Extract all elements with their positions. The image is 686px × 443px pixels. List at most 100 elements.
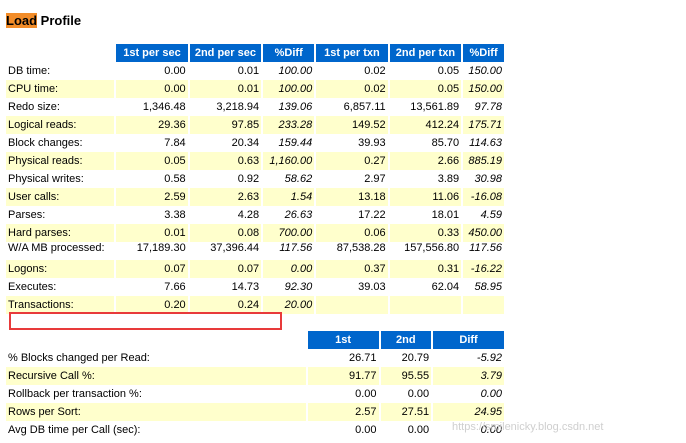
row-label: Rows per Sort: bbox=[6, 403, 306, 421]
row-value: 0.00 bbox=[380, 421, 432, 439]
row-value: 26.71 bbox=[307, 349, 379, 367]
watermark: https://smilenicky.blog.csdn.net bbox=[452, 421, 604, 433]
row-value: 0.05 bbox=[389, 80, 462, 98]
row-value: 29.36 bbox=[116, 116, 188, 134]
table-row: Avg DB time per Call (sec): 0.00 0.00 0.00 bbox=[6, 421, 504, 439]
row-value: 175.71 bbox=[463, 116, 504, 134]
row-value: 2.59 bbox=[116, 188, 188, 206]
table-row: DB time: 0.00 0.01 100.00 0.02 0.05 150.00 bbox=[6, 62, 504, 80]
row-value: 0.06 bbox=[316, 224, 388, 242]
row-value: 0.02 bbox=[316, 80, 388, 98]
row-value: 2.66 bbox=[389, 152, 462, 170]
row-value: 87,538.28 bbox=[316, 242, 388, 260]
table-row: Recursive Call %: 91.77 95.55 3.79 bbox=[6, 367, 504, 385]
row-value: 3.89 bbox=[389, 170, 462, 188]
table-row: Rollback per transaction %: 0.00 0.00 0.00 bbox=[6, 385, 504, 403]
row-value: 0.00 bbox=[307, 385, 379, 403]
row-label: W/A MB processed: bbox=[6, 242, 115, 260]
row-value bbox=[316, 296, 388, 314]
column-header: 2nd per sec bbox=[189, 44, 262, 62]
row-value: 26.63 bbox=[263, 206, 315, 224]
table-row: Redo size: 1,346.48 3,218.94 139.06 6,857.11… bbox=[6, 98, 504, 116]
row-value: 7.66 bbox=[116, 278, 188, 296]
row-value: 4.28 bbox=[189, 206, 262, 224]
row-value: 95.55 bbox=[380, 367, 432, 385]
row-value: 0.05 bbox=[116, 152, 188, 170]
row-value: 13.18 bbox=[316, 188, 388, 206]
row-value: 2.97 bbox=[316, 170, 388, 188]
row-value: 13,561.89 bbox=[389, 98, 462, 116]
column-header: 1st bbox=[307, 331, 379, 349]
header-blank-cell bbox=[6, 331, 306, 349]
row-value: 0.00 bbox=[433, 385, 504, 403]
row-value: 117.56 bbox=[263, 242, 315, 260]
table-row: % Blocks changed per Read: 26.71 20.79 -5.9… bbox=[6, 349, 504, 367]
row-value: 14.73 bbox=[189, 278, 262, 296]
row-value: 0.00 bbox=[116, 62, 188, 80]
row-value: 0.31 bbox=[389, 260, 462, 278]
row-value: 37,396.44 bbox=[189, 242, 262, 260]
row-value: 114.63 bbox=[463, 134, 504, 152]
row-value: 0.02 bbox=[316, 62, 388, 80]
row-value: 7.84 bbox=[116, 134, 188, 152]
table-row: Hard parses: 0.01 0.08 700.00 0.06 0.33 450.00 bbox=[6, 224, 504, 242]
row-label: Parses: bbox=[6, 206, 115, 224]
row-value: 885.19 bbox=[463, 152, 504, 170]
row-value: 149.52 bbox=[316, 116, 388, 134]
column-header: 1st per txn bbox=[316, 44, 388, 62]
row-label: Recursive Call %: bbox=[6, 367, 306, 385]
table-row: Logons: 0.07 0.07 0.00 0.37 0.31 -16.22 bbox=[6, 260, 504, 278]
row-label: DB time: bbox=[6, 62, 115, 80]
row-value: 117.56 bbox=[463, 242, 504, 260]
row-value: 0.01 bbox=[189, 62, 262, 80]
row-value: 0.01 bbox=[116, 224, 188, 242]
row-value: 62.04 bbox=[389, 278, 462, 296]
efficiency-header-row: 1st 2nd Diff bbox=[6, 331, 504, 349]
table-row: Physical writes: 0.58 0.92 58.62 2.97 3.89 30.… bbox=[6, 170, 504, 188]
row-value: 20.34 bbox=[189, 134, 262, 152]
row-value: 39.93 bbox=[316, 134, 388, 152]
row-value: 0.27 bbox=[316, 152, 388, 170]
row-value: 3.38 bbox=[116, 206, 188, 224]
row-value: 0.01 bbox=[189, 80, 262, 98]
row-label: Redo size: bbox=[6, 98, 115, 116]
table-row: Executes: 7.66 14.73 92.30 39.03 62.04 58.95 bbox=[6, 278, 504, 296]
row-value: 58.62 bbox=[263, 170, 315, 188]
row-value: 24.95 bbox=[433, 403, 504, 421]
row-value: 157,556.80 bbox=[389, 242, 462, 260]
row-label: CPU time: bbox=[6, 80, 115, 98]
row-value: 17,189.30 bbox=[116, 242, 188, 260]
row-label: Block changes: bbox=[6, 134, 115, 152]
efficiency-table: 1st 2nd Diff % Blocks changed per Read: 2… bbox=[4, 331, 506, 439]
row-value: 412.24 bbox=[389, 116, 462, 134]
load-profile-header-row: 1st per sec 2nd per sec %Diff 1st per tx… bbox=[6, 44, 504, 62]
row-value: 0.00 bbox=[263, 260, 315, 278]
row-value: 11.06 bbox=[389, 188, 462, 206]
row-value: 159.44 bbox=[263, 134, 315, 152]
row-value: -16.22 bbox=[463, 260, 504, 278]
row-value: 700.00 bbox=[263, 224, 315, 242]
row-value: 0.63 bbox=[189, 152, 262, 170]
row-label: Physical writes: bbox=[6, 170, 115, 188]
row-label: Avg DB time per Call (sec): bbox=[6, 421, 306, 439]
row-value: 27.51 bbox=[380, 403, 432, 421]
table-row: W/A MB processed: 17,189.30 37,396.44 117.5… bbox=[6, 242, 504, 260]
row-value: -5.92 bbox=[433, 349, 504, 367]
row-value: 6,857.11 bbox=[316, 98, 388, 116]
row-value bbox=[463, 296, 504, 314]
row-value: 0.00 bbox=[307, 421, 379, 439]
row-value: 4.59 bbox=[463, 206, 504, 224]
row-value: 39.03 bbox=[316, 278, 388, 296]
table-row: Physical reads: 0.05 0.63 1,160.00 0.27 2.66 8… bbox=[6, 152, 504, 170]
column-header: 1st per sec bbox=[116, 44, 188, 62]
column-header: 2nd per txn bbox=[389, 44, 462, 62]
table-row: Block changes: 7.84 20.34 159.44 39.93 85.70 1… bbox=[6, 134, 504, 152]
row-value: 0.37 bbox=[316, 260, 388, 278]
row-value: 1.54 bbox=[263, 188, 315, 206]
table-row: User calls: 2.59 2.63 1.54 13.18 11.06 -16.08 bbox=[6, 188, 504, 206]
header-blank-cell bbox=[6, 44, 114, 62]
row-value: 18.01 bbox=[389, 206, 462, 224]
row-value: 0.08 bbox=[189, 224, 262, 242]
row-value: 150.00 bbox=[463, 62, 504, 80]
row-value: 100.00 bbox=[263, 80, 315, 98]
